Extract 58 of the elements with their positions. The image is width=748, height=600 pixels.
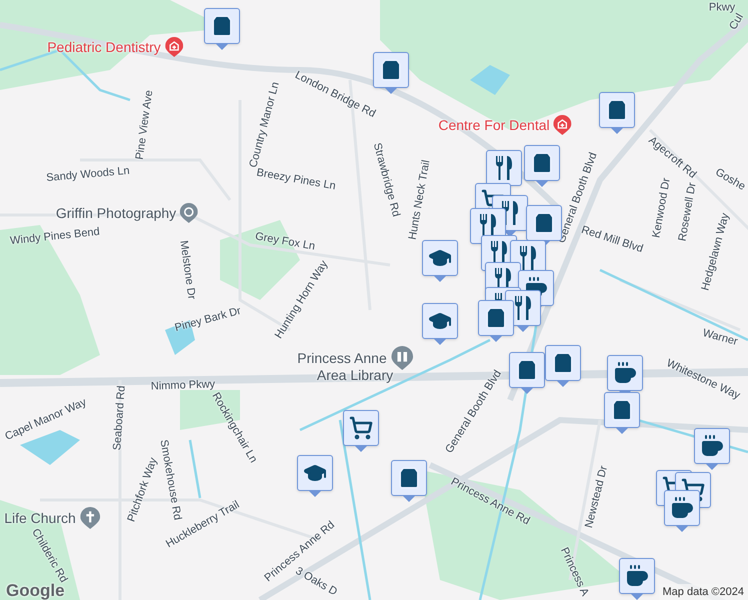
book-pin-icon	[390, 346, 413, 370]
canal	[188, 440, 202, 498]
street-label: Kenwood Dr	[651, 177, 673, 239]
place-label: Princess Anne	[297, 351, 387, 365]
map-marker[interactable]	[391, 460, 427, 502]
pond	[470, 65, 510, 95]
street-label: Sandy Woods Ln	[46, 166, 130, 184]
map-marker[interactable]	[478, 300, 514, 342]
map-marker[interactable]	[509, 352, 545, 394]
street-label: Nimmo Pkwy	[150, 379, 216, 393]
map-marker[interactable]	[604, 392, 640, 434]
google-logo: Google	[6, 582, 65, 599]
map-marker[interactable]	[422, 303, 458, 345]
street-label: Melstone Dr	[177, 240, 197, 300]
fork-knife-icon	[495, 156, 513, 180]
street-label: Seaboard Rd	[112, 385, 128, 451]
map-marker[interactable]	[373, 52, 409, 94]
street-label: Capel Manor Way	[4, 397, 88, 443]
street-label: Piney Bark Dr	[174, 306, 242, 334]
shopping-cart-icon	[349, 416, 373, 440]
street-label: Cul	[728, 12, 746, 32]
place-label: Life Church	[4, 511, 76, 525]
place-label: Centre For Dental	[438, 118, 550, 132]
map-marker[interactable]	[204, 8, 240, 50]
hospital-pin-icon	[164, 37, 183, 57]
street-label: Pkwy	[708, 2, 736, 14]
place-label: Area Library	[316, 368, 394, 382]
coffee-cup-icon	[625, 564, 649, 588]
place-label: Griffin Photography	[56, 206, 176, 220]
map-marker[interactable]	[297, 455, 333, 497]
fork-knife-icon	[519, 246, 537, 270]
coffee-cup-icon	[613, 361, 637, 385]
map-marker[interactable]	[524, 145, 560, 187]
fork-knife-icon	[479, 214, 497, 238]
street-label: Red Mill Blvd	[580, 224, 644, 256]
street-label: Breezy Pines Ln	[256, 168, 336, 192]
camera-pin-icon	[180, 203, 198, 223]
map-marker[interactable]	[664, 490, 700, 532]
map-marker[interactable]	[343, 410, 379, 452]
street-label: Grey Fox Ln	[254, 231, 316, 253]
coffee-cup-icon	[670, 496, 694, 520]
map-marker[interactable]	[422, 240, 458, 282]
hospital-pin-icon	[554, 115, 572, 135]
place-label: Pediatric Dentistry	[47, 40, 161, 54]
coffee-cup-icon	[700, 434, 724, 458]
cross-pin-icon	[80, 507, 100, 529]
street-label: Country Manor Ln	[248, 81, 282, 169]
street-label: Rosewell Dr	[677, 182, 699, 242]
fork-knife-icon	[490, 241, 508, 265]
map-marker[interactable]	[619, 558, 655, 600]
street-label: Windy Pines Bend	[10, 226, 100, 248]
street-label: Hunts Neck Trail	[408, 159, 432, 241]
fork-knife-icon	[514, 296, 532, 320]
map-marker[interactable]	[545, 345, 581, 387]
map-marker[interactable]	[694, 428, 730, 470]
map-marker[interactable]	[599, 92, 635, 134]
street-label: Pine View Ave	[134, 90, 156, 160]
street-label: Warner	[701, 328, 739, 348]
